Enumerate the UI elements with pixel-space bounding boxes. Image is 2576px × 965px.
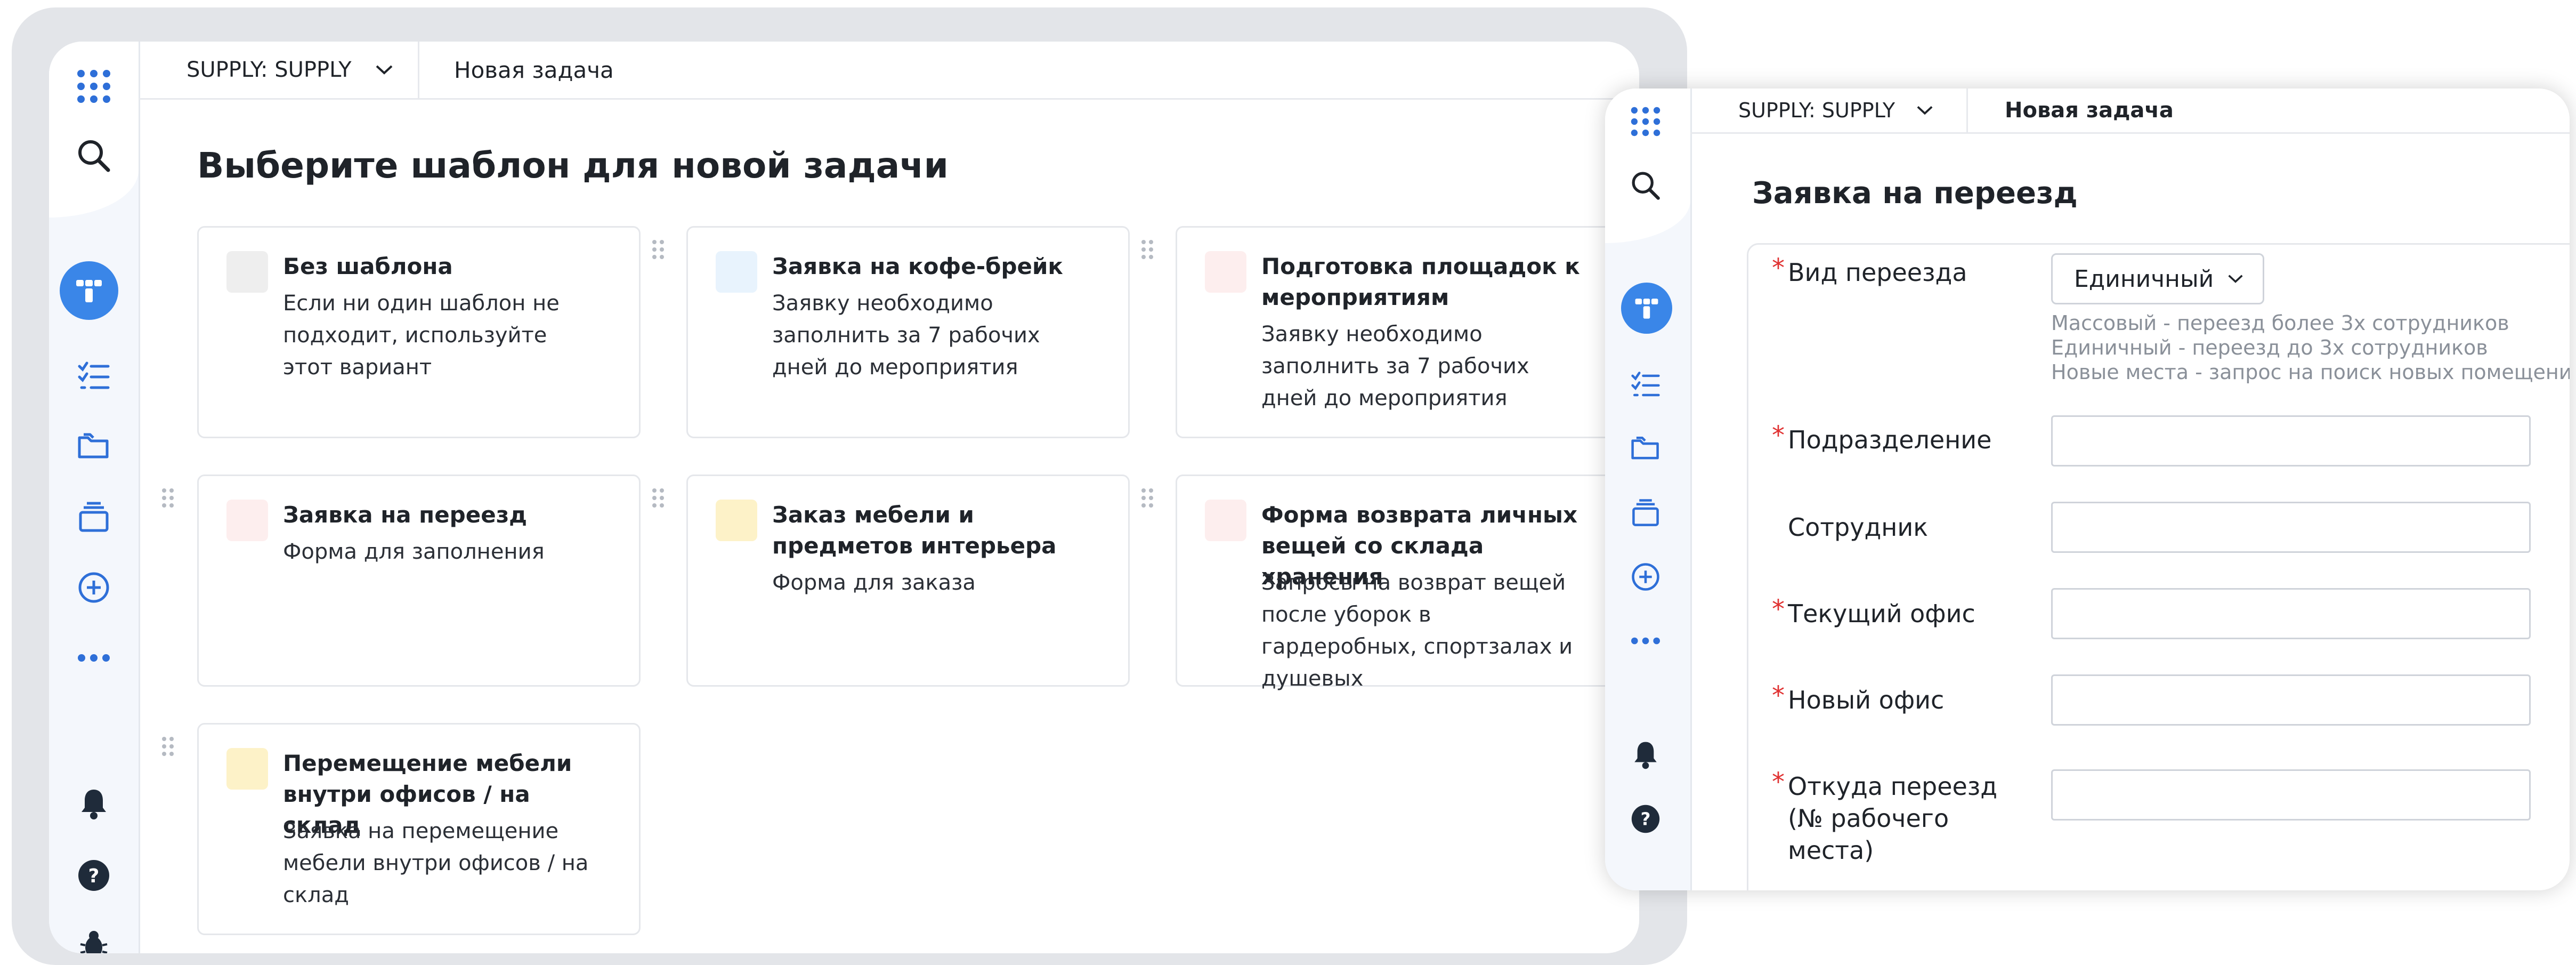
template-card-no-template[interactable]: Без шаблона Если ни один шаблон не подхо… bbox=[197, 226, 641, 438]
relocation-form: * Вид переезда Единичный Массовый - пере… bbox=[1747, 243, 2570, 890]
required-marker: * bbox=[1772, 767, 1785, 797]
template-card-furniture-order[interactable]: Заказ мебели и предметов интерьера Форма… bbox=[686, 475, 1130, 687]
add-circle-icon[interactable] bbox=[1624, 556, 1667, 598]
template-color-swatch bbox=[226, 251, 268, 293]
from-workplace-input[interactable] bbox=[2051, 769, 2531, 821]
template-description: Заявку необходимо заполнить за 7 рабочих… bbox=[772, 291, 1040, 380]
drag-handle-icon[interactable] bbox=[651, 239, 665, 260]
template-color-swatch bbox=[716, 251, 757, 293]
template-color-swatch bbox=[226, 748, 268, 790]
template-description: Запросы на возврат вещей после уборок в … bbox=[1261, 570, 1573, 691]
template-card-coffee-break[interactable]: Заявка на кофе-брейк Заявку необходимо з… bbox=[686, 226, 1130, 438]
sidebar: ? bbox=[49, 42, 140, 953]
help-icon[interactable]: ? bbox=[1624, 798, 1667, 840]
tracker-logo-icon[interactable] bbox=[1621, 283, 1672, 334]
template-description: Если ни один шаблон не подходит, использ… bbox=[283, 291, 560, 380]
queue-selector[interactable]: SUPPLY: SUPPLY bbox=[187, 42, 393, 98]
search-icon[interactable] bbox=[1624, 164, 1667, 207]
left-device-frame: ? SUPPLY: SUPPLY Новая задача Выберите ш… bbox=[12, 7, 1687, 965]
current-office-input[interactable] bbox=[2051, 588, 2531, 639]
folders-icon[interactable] bbox=[70, 423, 117, 470]
divider bbox=[418, 42, 419, 98]
new-office-input[interactable] bbox=[2051, 674, 2531, 726]
required-marker: * bbox=[1772, 681, 1785, 711]
help-icon[interactable]: ? bbox=[70, 852, 117, 899]
form-title: Заявка на переезд bbox=[1752, 176, 2078, 211]
add-circle-icon[interactable] bbox=[70, 564, 117, 611]
required-marker: * bbox=[1772, 594, 1785, 624]
tasks-list-icon[interactable] bbox=[70, 353, 117, 400]
page-title: Выберите шаблон для новой задачи bbox=[197, 145, 949, 186]
drag-handle-icon[interactable] bbox=[1140, 239, 1154, 260]
field-label-department: Подразделение bbox=[1788, 425, 1992, 454]
bell-icon[interactable] bbox=[1624, 734, 1667, 776]
svg-text:?: ? bbox=[88, 865, 100, 887]
template-title: Заявка на переезд bbox=[283, 502, 528, 528]
divider bbox=[1966, 89, 1968, 132]
template-title: Заказ мебели и предметов интерьера bbox=[772, 502, 1057, 559]
template-color-swatch bbox=[1205, 500, 1246, 541]
chevron-down-icon bbox=[2227, 274, 2243, 284]
template-description: Форма для заказа bbox=[772, 570, 976, 595]
folders-icon[interactable] bbox=[1624, 428, 1667, 470]
left-screen: ? SUPPLY: SUPPLY Новая задача Выберите ш… bbox=[49, 42, 1639, 953]
top-bar: SUPPLY: SUPPLY Новая задача bbox=[139, 42, 1639, 100]
apps-grid-icon[interactable] bbox=[70, 63, 117, 110]
move-type-value: Единичный bbox=[2074, 265, 2214, 293]
drag-handle-icon[interactable] bbox=[161, 487, 175, 509]
more-icon[interactable] bbox=[1624, 620, 1667, 662]
boards-icon[interactable] bbox=[70, 494, 117, 541]
svg-text:?: ? bbox=[1641, 809, 1651, 830]
apps-grid-icon[interactable] bbox=[1624, 100, 1667, 143]
move-type-hint: Массовый - переезд более 3х сотрудников bbox=[2051, 311, 2509, 335]
top-bar: SUPPLY: SUPPLY Новая задача bbox=[1690, 89, 2570, 134]
queue-selector-label: SUPPLY: SUPPLY bbox=[1738, 99, 1895, 122]
template-color-swatch bbox=[226, 500, 268, 541]
search-icon[interactable] bbox=[70, 132, 117, 179]
field-label-current-office: Текущий офис bbox=[1788, 599, 1975, 628]
department-input[interactable] bbox=[2051, 415, 2531, 467]
template-title: Без шаблона bbox=[283, 253, 453, 279]
drag-handle-icon[interactable] bbox=[161, 736, 175, 757]
queue-selector[interactable]: SUPPLY: SUPPLY bbox=[1738, 89, 1933, 132]
template-card-relocation[interactable]: Заявка на переезд Форма для заполнения bbox=[197, 475, 641, 687]
move-type-hint: Единичный - переезд до 3х сотрудников bbox=[2051, 336, 2488, 359]
template-color-swatch bbox=[1205, 251, 1246, 293]
field-label-employee: Сотрудник bbox=[1788, 513, 1929, 542]
tracker-logo-icon[interactable] bbox=[60, 261, 118, 320]
right-screen: ? SUPPLY: SUPPLY Новая задача Заявка на … bbox=[1605, 89, 2570, 890]
employee-input[interactable] bbox=[2051, 502, 2531, 553]
template-card-event-venues[interactable]: Подготовка площадок к мероприятиям Заявк… bbox=[1176, 226, 1619, 438]
chevron-down-icon bbox=[375, 65, 393, 75]
move-type-hint: Новые места - запрос на поиск новых поме… bbox=[2051, 360, 2570, 384]
required-marker: * bbox=[1772, 421, 1785, 451]
boards-icon[interactable] bbox=[1624, 492, 1667, 534]
queue-selector-label: SUPPLY: SUPPLY bbox=[187, 58, 352, 82]
template-description: Заявка на перемещение мебели внутри офис… bbox=[283, 819, 589, 907]
drag-handle-icon[interactable] bbox=[651, 487, 665, 509]
template-description: Заявку необходимо заполнить за 7 рабочих… bbox=[1261, 322, 1529, 411]
breadcrumb: Новая задача bbox=[454, 57, 614, 83]
template-card-furniture-move[interactable]: Перемещение мебели внутри офисов / на ск… bbox=[197, 723, 641, 935]
template-title: Заявка на кофе-брейк bbox=[772, 253, 1063, 279]
bug-icon[interactable] bbox=[70, 921, 117, 953]
template-title: Подготовка площадок к мероприятиям bbox=[1261, 253, 1580, 310]
template-color-swatch bbox=[716, 500, 757, 541]
breadcrumb: Новая задача bbox=[2005, 98, 2174, 123]
field-label-move-type: Вид переезда bbox=[1788, 258, 1967, 287]
sidebar: ? bbox=[1605, 89, 1692, 890]
move-type-select[interactable]: Единичный bbox=[2051, 253, 2265, 304]
bell-icon[interactable] bbox=[70, 781, 117, 827]
chevron-down-icon bbox=[1916, 105, 1933, 116]
drag-handle-icon[interactable] bbox=[1140, 487, 1154, 509]
template-card-item-return[interactable]: Форма возврата личных вещей со склада хр… bbox=[1176, 475, 1619, 691]
field-label-from-workplace: Откуда переезд (№ рабочего места) bbox=[1788, 772, 1998, 865]
more-icon[interactable] bbox=[70, 634, 117, 681]
required-marker: * bbox=[1772, 253, 1785, 283]
tasks-list-icon[interactable] bbox=[1624, 364, 1667, 406]
template-description: Форма для заполнения bbox=[283, 540, 545, 564]
field-label-new-office: Новый офис bbox=[1788, 686, 1945, 714]
